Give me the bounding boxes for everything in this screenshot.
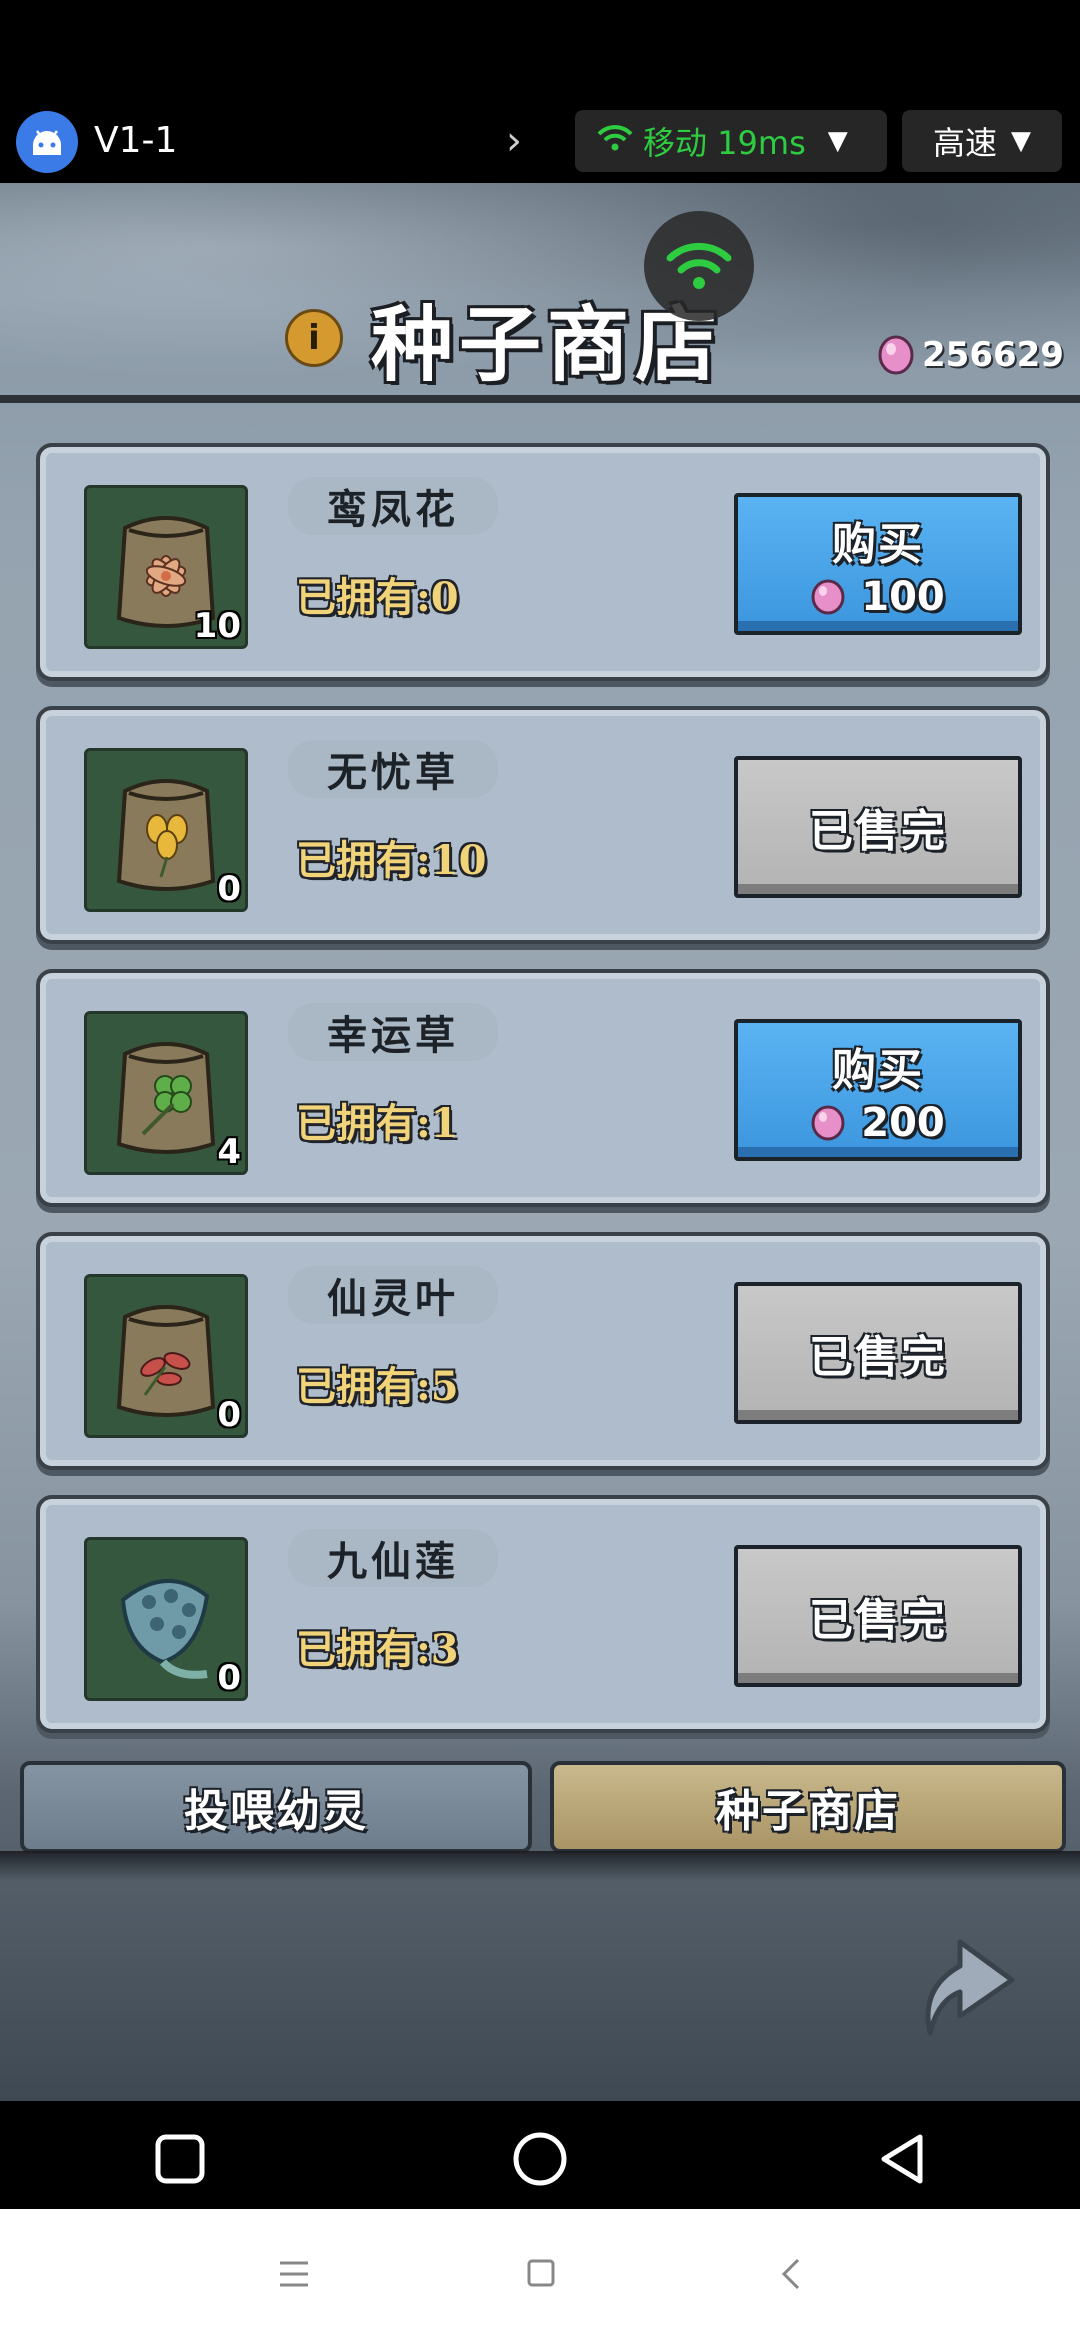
ink-divider bbox=[0, 1851, 1080, 1881]
sold-out-button[interactable]: 已售完 bbox=[734, 1545, 1022, 1687]
dropdown-arrow-icon: ▼ bbox=[827, 126, 848, 156]
sold-out-button[interactable]: 已售完 bbox=[734, 1282, 1022, 1424]
wifi-icon bbox=[597, 122, 633, 160]
lotus-pod-icon: 0 bbox=[84, 1537, 248, 1701]
sold-out-label: 已售完 bbox=[809, 1332, 947, 1383]
item-name: 幸运草 bbox=[288, 1003, 498, 1061]
network-status-button[interactable]: 移动 19ms ▼ bbox=[575, 110, 887, 172]
menu-icon[interactable] bbox=[278, 2259, 310, 2289]
seed-stock-count: 0 bbox=[217, 1658, 241, 1698]
red-leaf-seed-bag-icon: 0 bbox=[84, 1274, 248, 1438]
buy-button-label: 购买 bbox=[832, 1045, 924, 1096]
floating-wifi-icon[interactable] bbox=[644, 211, 754, 321]
speed-select[interactable]: 高速 ▼ bbox=[902, 110, 1062, 172]
sold-out-label: 已售完 bbox=[809, 806, 947, 857]
tab-feed-spirit[interactable]: 投喂幼灵 bbox=[20, 1761, 532, 1853]
price-value: 100 bbox=[861, 574, 945, 620]
status-bar bbox=[0, 0, 1080, 108]
item-name: 仙灵叶 bbox=[288, 1266, 498, 1324]
price-value: 200 bbox=[861, 1100, 945, 1146]
shop-item-card: 0 仙灵叶 已拥有:5 已售完 bbox=[36, 1232, 1050, 1470]
owned-count: 已拥有:3 bbox=[296, 1626, 459, 1673]
item-name: 九仙莲 bbox=[288, 1529, 498, 1587]
info-icon[interactable]: i bbox=[285, 308, 343, 367]
sold-out-label: 已售完 bbox=[809, 1595, 947, 1646]
chevron-left-icon[interactable] bbox=[780, 2257, 802, 2291]
price-row: 100 bbox=[811, 574, 945, 620]
pink-gem-icon bbox=[811, 1105, 845, 1141]
owned-count: 已拥有:0 bbox=[296, 574, 459, 621]
game-screen: i 种子商店 256629 10 鸾凤花 已拥有:0 购买 100 0 无忧草 bbox=[0, 183, 1080, 2101]
home-icon[interactable] bbox=[512, 2131, 568, 2187]
speed-label: 高速 bbox=[932, 124, 997, 162]
owned-count: 已拥有:10 bbox=[296, 837, 487, 884]
shop-item-card: 0 无忧草 已拥有:10 已售完 bbox=[36, 706, 1050, 944]
owned-count: 已拥有:1 bbox=[296, 1100, 459, 1147]
owned-count: 已拥有:5 bbox=[296, 1363, 459, 1410]
sold-out-button[interactable]: 已售完 bbox=[734, 756, 1022, 898]
dropdown-arrow-icon: ▼ bbox=[1011, 126, 1031, 156]
clover-seed-bag-icon: 4 bbox=[84, 1011, 248, 1175]
pink-gem-icon bbox=[878, 335, 914, 375]
network-label: 移动 19ms bbox=[643, 124, 806, 162]
price-row: 200 bbox=[811, 1100, 945, 1146]
buy-button[interactable]: 购买 100 bbox=[734, 493, 1022, 635]
buy-button[interactable]: 购买 200 bbox=[734, 1019, 1022, 1161]
seed-stock-count: 0 bbox=[217, 869, 241, 909]
return-arrow-icon[interactable] bbox=[900, 1918, 1030, 2048]
currency-amount: 256629 bbox=[922, 335, 1064, 375]
yellow-flower-seed-bag-icon: 0 bbox=[84, 748, 248, 912]
system-nav-bar bbox=[0, 2101, 1080, 2209]
shop-item-card: 0 九仙莲 已拥有:3 已售完 bbox=[36, 1495, 1050, 1733]
emulator-toolbar: V1-1 › 移动 19ms ▼ 高速 ▼ bbox=[0, 108, 1080, 183]
seed-stock-count: 10 bbox=[193, 606, 241, 646]
android-icon[interactable] bbox=[16, 111, 78, 173]
buy-button-label: 购买 bbox=[832, 519, 924, 570]
host-nav-bar bbox=[0, 2209, 1080, 2340]
pink-gem-icon bbox=[811, 579, 845, 615]
item-name: 鸾凤花 bbox=[288, 477, 498, 535]
chevron-right-icon[interactable]: › bbox=[506, 118, 522, 164]
item-name: 无忧草 bbox=[288, 740, 498, 798]
seed-stock-count: 4 bbox=[217, 1132, 241, 1172]
recents-icon[interactable] bbox=[154, 2133, 206, 2185]
tab-seed-shop[interactable]: 种子商店 bbox=[550, 1761, 1066, 1853]
back-icon[interactable] bbox=[876, 2131, 928, 2187]
device-name[interactable]: V1-1 bbox=[94, 120, 177, 161]
currency-display: 256629 bbox=[878, 335, 1064, 375]
seed-stock-count: 0 bbox=[217, 1395, 241, 1435]
square-icon[interactable] bbox=[526, 2258, 556, 2288]
shop-item-card: 4 幸运草 已拥有:1 购买 200 bbox=[36, 969, 1050, 1207]
shop-item-card: 10 鸾凤花 已拥有:0 购买 100 bbox=[36, 443, 1050, 681]
flower-seed-bag-icon: 10 bbox=[84, 485, 248, 649]
